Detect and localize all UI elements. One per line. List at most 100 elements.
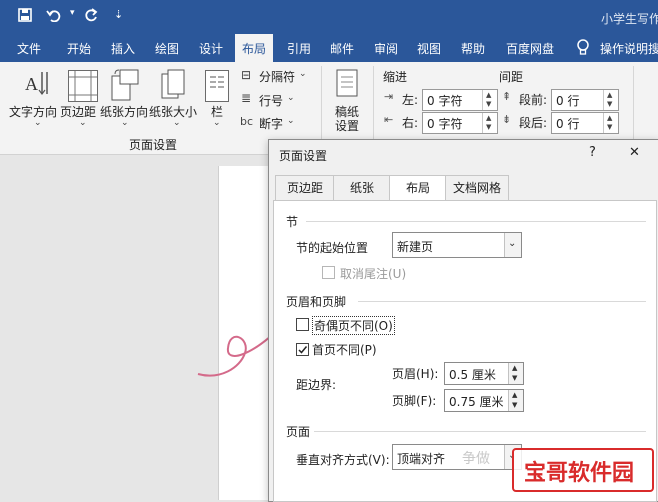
chevron-down-icon[interactable]: ⌄ (79, 118, 87, 128)
spin-arrows[interactable]: ▲ ▼ (508, 390, 523, 411)
page-title: 页面 (286, 425, 311, 439)
menu-view[interactable]: 视图 (417, 40, 441, 57)
margins-button[interactable]: 页边距 (60, 103, 96, 120)
menu-review[interactable]: 审阅 (374, 40, 398, 57)
page-setup-group-label: 页面设置 (129, 138, 178, 152)
indent-right-label: 右: (402, 116, 419, 130)
indent-left-label: 左: (402, 93, 419, 107)
menu-design[interactable]: 设计 (199, 40, 223, 57)
indent-right-icon: ⇤ (384, 113, 394, 126)
tell-me-search[interactable]: 操作说明搜 (600, 40, 658, 57)
indent-header: 缩进 (383, 70, 408, 84)
chevron-down-icon[interactable]: ⌄ (287, 116, 295, 126)
ribbon-separator (633, 66, 634, 148)
menu-baidu-netdisk[interactable]: 百度网盘 (506, 40, 554, 57)
headers-footers-title: 页眉和页脚 (286, 295, 347, 309)
spin-arrows[interactable]: ▲ ▼ (603, 113, 618, 133)
customize-quick-access-icon[interactable]: ⇣ (114, 8, 123, 21)
chevron-down-icon[interactable]: ⌄ (121, 118, 129, 128)
spacing-after-icon: ⇟ (502, 113, 512, 126)
vertical-alignment-label: 垂直对齐方式(V): (296, 453, 390, 467)
text-direction-icon[interactable]: A (22, 68, 52, 103)
chevron-down-icon[interactable]: ⌄ (213, 118, 221, 128)
spacing-after-label: 段后: (519, 116, 548, 130)
tab-document-grid[interactable]: 文档网格 (445, 175, 509, 201)
line-numbers-icon: ≣ (241, 91, 252, 105)
spin-arrows[interactable]: ▲ ▼ (482, 113, 497, 133)
menu-help[interactable]: 帮助 (461, 40, 485, 57)
header-distance-input[interactable]: 0.5 厘米 ▲ ▼ (444, 362, 524, 385)
menu-insert[interactable]: 插入 (111, 40, 135, 57)
chevron-down-icon[interactable]: ⌄ (299, 69, 307, 79)
menu-bar: 文件 开始 插入 绘图 设计 布局 引用 邮件 审阅 视图 帮助 百度网盘 操作… (0, 34, 658, 65)
spacing-after-input[interactable]: 0 行 ▲ ▼ (551, 112, 619, 134)
watermark-text: 争做 (462, 451, 490, 467)
manuscript-icon[interactable] (335, 68, 359, 101)
site-watermark-logo: 宝哥软件园 (512, 448, 654, 492)
hyphenation-button[interactable]: 断字 (259, 115, 283, 132)
section-title: 节 (286, 215, 299, 229)
suppress-endnotes-checkbox[interactable] (322, 266, 335, 279)
breaks-icon: ⊟ (241, 68, 252, 82)
chevron-down-icon[interactable]: ⌄ (34, 118, 42, 128)
title-bar: ▾ ⇣ 小学生写作 (0, 0, 658, 34)
manuscript-settings-label[interactable]: 设置 (335, 117, 359, 134)
menu-draw[interactable]: 绘图 (155, 40, 179, 57)
footer-distance-input[interactable]: 0.75 厘米 ▲ ▼ (444, 389, 524, 412)
chevron-down-icon[interactable]: ⌄ (173, 118, 181, 128)
from-edge-label: 距边界: (296, 378, 337, 392)
vertical-alignment-select[interactable]: 顶端对齐 ⌄ (392, 444, 522, 470)
indent-right-input[interactable]: 0 字符 ▲ ▼ (422, 112, 498, 134)
chevron-down-icon[interactable]: ⌄ (504, 233, 521, 257)
text-direction-button[interactable]: 文字方向 (9, 103, 57, 120)
redo-icon[interactable] (84, 8, 99, 27)
undo-icon[interactable] (46, 8, 62, 26)
divider (358, 301, 646, 302)
spacing-before-label: 段前: (519, 93, 548, 107)
spin-arrows[interactable]: ▲ ▼ (482, 90, 497, 110)
divider (314, 431, 646, 432)
margins-icon[interactable] (68, 70, 98, 102)
orientation-icon[interactable] (108, 68, 140, 105)
dialog-title: 页面设置 (279, 149, 328, 163)
tab-paper[interactable]: 纸张 (333, 175, 391, 201)
indent-left-icon: ⇥ (384, 90, 394, 103)
menu-references[interactable]: 引用 (287, 40, 311, 57)
undo-dropdown-icon[interactable]: ▾ (70, 8, 75, 18)
ribbon-separator (321, 66, 322, 148)
hyphenation-icon: bc (240, 115, 254, 128)
menu-layout[interactable]: 布局 (235, 34, 274, 65)
line-numbers-button[interactable]: 行号 (259, 92, 283, 109)
menu-home[interactable]: 开始 (67, 40, 91, 57)
page-size-icon[interactable] (160, 68, 188, 105)
suppress-endnotes-label: 取消尾注(U) (340, 267, 407, 281)
breaks-button[interactable]: 分隔符 (259, 68, 295, 85)
section-start-label: 节的起始位置 (296, 241, 369, 255)
document-title: 小学生写作 (601, 12, 658, 26)
spacing-before-icon: ⇞ (502, 90, 512, 103)
spacing-header: 间距 (499, 70, 524, 84)
odd-even-checkbox[interactable] (296, 318, 309, 331)
indent-left-input[interactable]: 0 字符 ▲ ▼ (422, 89, 498, 111)
lightbulb-icon[interactable] (576, 38, 590, 59)
tab-margins[interactable]: 页边距 (275, 175, 335, 201)
menu-file[interactable]: 文件 (17, 40, 41, 57)
ribbon-separator (373, 66, 374, 148)
help-button[interactable]: ? (589, 145, 596, 160)
header-distance-label: 页眉(H): (392, 367, 439, 381)
tab-layout[interactable]: 布局 (389, 175, 447, 202)
save-icon[interactable] (18, 8, 32, 26)
odd-even-label[interactable]: 奇偶页不同(O) (312, 316, 395, 335)
spin-arrows[interactable]: ▲ ▼ (508, 363, 523, 384)
menu-mailings[interactable]: 邮件 (330, 40, 354, 57)
chevron-down-icon[interactable]: ⌄ (287, 93, 295, 103)
footer-distance-label: 页脚(F): (392, 394, 437, 408)
spin-arrows[interactable]: ▲ ▼ (603, 90, 618, 110)
columns-icon[interactable] (205, 70, 229, 102)
first-page-checkbox[interactable] (296, 343, 309, 356)
svg-text:A: A (25, 74, 38, 94)
divider (306, 221, 646, 222)
spacing-before-input[interactable]: 0 行 ▲ ▼ (551, 89, 619, 111)
section-start-select[interactable]: 新建页 ⌄ (392, 232, 522, 258)
close-button[interactable]: ✕ (629, 145, 640, 160)
